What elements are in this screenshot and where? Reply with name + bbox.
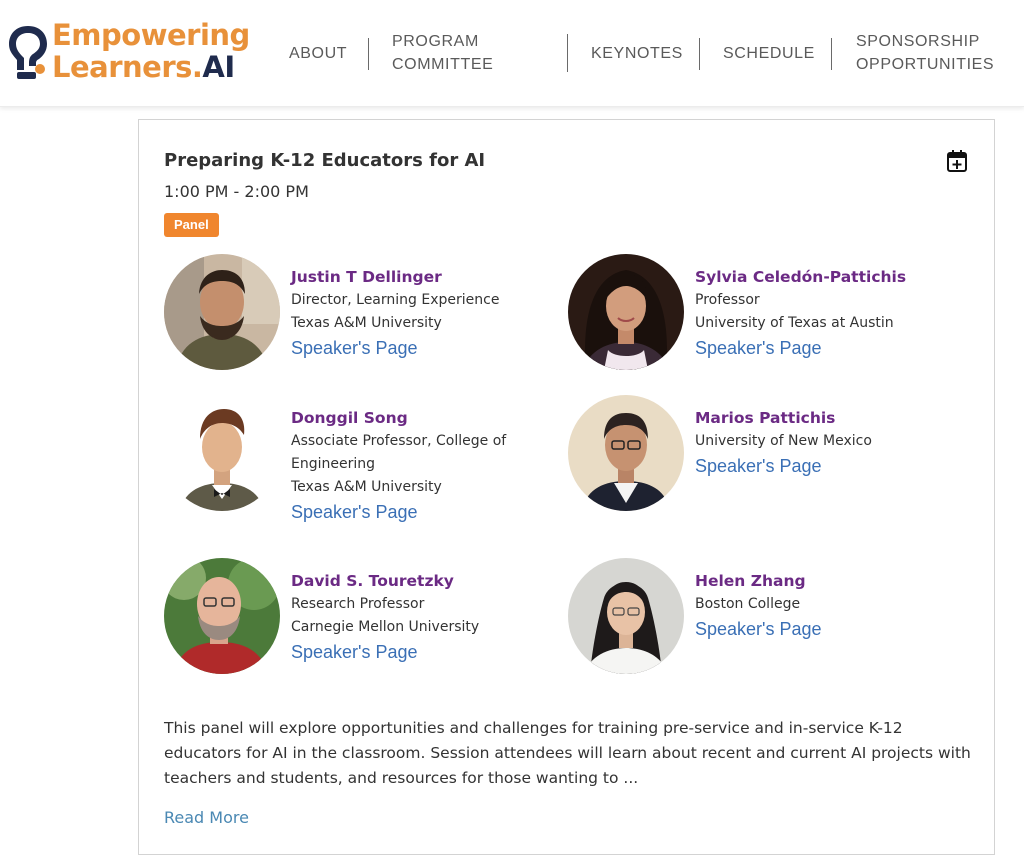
nav-divider — [368, 38, 369, 70]
speaker-info: Sylvia Celedón-Pattichis Professor Unive… — [695, 266, 930, 361]
logo-text-line2: Learners.AI — [52, 50, 235, 84]
calendar-add-icon[interactable] — [947, 150, 967, 172]
logo-text-line1: Empowering — [52, 18, 250, 52]
nav-sponsorship-line2: OPPORTUNITIES — [856, 56, 995, 73]
speaker-name[interactable]: Donggil Song — [291, 407, 526, 430]
speaker-info: Helen Zhang Boston College Speaker's Pag… — [695, 570, 930, 642]
nav-schedule[interactable]: SCHEDULE — [723, 42, 815, 65]
speaker-affiliation: Texas A&M University — [291, 479, 442, 495]
nav-divider — [567, 34, 568, 72]
site-logo[interactable]: Empowering Learners.AI — [6, 18, 266, 84]
speaker-card: Marios Pattichis University of New Mexic… — [568, 395, 948, 525]
speaker-info: David S. Touretzky Research Professor Ca… — [291, 570, 526, 665]
speaker-page-link[interactable]: Speaker's Page — [291, 335, 526, 361]
logo-ai-text: AI — [202, 50, 235, 84]
speaker-photo[interactable] — [568, 558, 684, 674]
session-type-badge: Panel — [164, 213, 219, 237]
nav-keynotes[interactable]: KEYNOTES — [591, 42, 683, 65]
session-card: Preparing K-12 Educators for AI 1:00 PM … — [138, 119, 995, 855]
speaker-title: Director, Learning Experience — [291, 292, 500, 308]
speaker-photo[interactable] — [568, 254, 684, 370]
speaker-info: Marios Pattichis University of New Mexic… — [695, 407, 930, 479]
speaker-photo[interactable] — [164, 254, 280, 370]
session-description: This panel will explore opportunities an… — [164, 719, 971, 787]
speaker-name[interactable]: Sylvia Celedón-Pattichis — [695, 266, 930, 289]
nav-sponsorship-line1: SPONSORSHIP — [856, 33, 980, 50]
speaker-affiliation: Carnegie Mellon University — [291, 619, 480, 635]
speaker-affiliation: Texas A&M University — [291, 315, 442, 331]
nav-program-line1: PROGRAM — [392, 33, 479, 50]
speaker-page-link[interactable]: Speaker's Page — [291, 639, 526, 665]
speaker-affiliation: University of Texas at Austin — [695, 315, 894, 331]
session-title[interactable]: Preparing K-12 Educators for AI — [164, 150, 485, 171]
speaker-title: Research Professor — [291, 596, 425, 612]
speaker-info: Donggil Song Associate Professor, Colleg… — [291, 407, 526, 525]
speaker-page-link[interactable]: Speaker's Page — [695, 616, 930, 642]
speaker-affiliation: University of New Mexico — [695, 433, 872, 449]
speaker-page-link[interactable]: Speaker's Page — [695, 453, 930, 479]
speaker-title: Professor — [695, 292, 760, 308]
speaker-page-link[interactable]: Speaker's Page — [695, 335, 930, 361]
speaker-title-cont: Engineering — [291, 456, 375, 472]
speaker-name[interactable]: David S. Touretzky — [291, 570, 526, 593]
lightbulb-question-icon — [9, 26, 47, 79]
speaker-card: David S. Touretzky Research Professor Ca… — [164, 558, 544, 688]
speaker-photo[interactable] — [164, 558, 280, 674]
speaker-page-link[interactable]: Speaker's Page — [291, 499, 526, 525]
session-time: 1:00 PM - 2:00 PM — [164, 182, 309, 201]
speaker-name[interactable]: Helen Zhang — [695, 570, 930, 593]
speaker-photo[interactable] — [568, 395, 684, 511]
speaker-affiliation: Boston College — [695, 596, 801, 612]
speaker-name[interactable]: Marios Pattichis — [695, 407, 930, 430]
site-header: Empowering Learners.AI ABOUT PROGRAM COM… — [0, 0, 1024, 107]
nav-about[interactable]: ABOUT — [289, 42, 347, 65]
speaker-photo[interactable] — [164, 395, 280, 511]
speaker-card: Donggil Song Associate Professor, Colleg… — [164, 395, 544, 525]
nav-program-committee[interactable]: PROGRAM COMMITTEE — [392, 30, 493, 76]
speaker-title: Associate Professor, College of — [291, 433, 507, 449]
speaker-card: Helen Zhang Boston College Speaker's Pag… — [568, 558, 948, 688]
nav-sponsorship-opportunities[interactable]: SPONSORSHIP OPPORTUNITIES — [856, 30, 994, 76]
nav-divider — [699, 38, 700, 70]
speaker-card: Justin T Dellinger Director, Learning Ex… — [164, 254, 544, 384]
speaker-name[interactable]: Justin T Dellinger — [291, 266, 526, 289]
logo-learners-text: Learners. — [52, 50, 203, 84]
read-more-link[interactable]: Read More — [164, 808, 249, 827]
speaker-card: Sylvia Celedón-Pattichis Professor Unive… — [568, 254, 948, 384]
nav-divider — [831, 38, 832, 70]
speaker-info: Justin T Dellinger Director, Learning Ex… — [291, 266, 526, 361]
nav-program-line2: COMMITTEE — [392, 56, 494, 73]
